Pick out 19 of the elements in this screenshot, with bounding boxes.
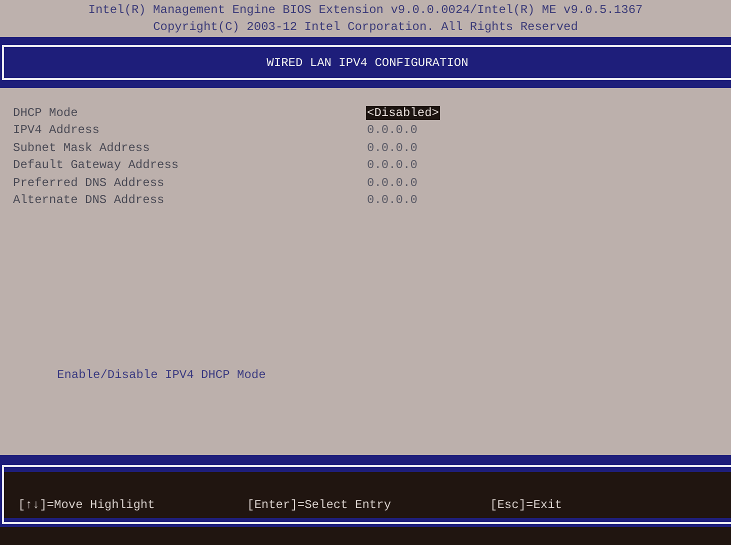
header-text: Intel(R) Management Engine BIOS Extension v9.0.0.0024/Intel(R) ME v9.0.5.1367	[88, 2, 643, 18]
setting-label: Alternate DNS Address	[13, 193, 166, 208]
page-title: WIRED LAN IPV4 CONFIGURATION	[2, 45, 731, 80]
setting-label: Subnet Mask Address	[13, 140, 151, 155]
setting-value[interactable]: 0.0.0.0	[366, 176, 418, 190]
setting-label: Default Gateway Address	[13, 158, 180, 172]
key-hint: [Enter]=Select Entry	[247, 498, 392, 512]
setting-value[interactable]: 0.0.0.0	[366, 193, 418, 208]
key-hint: [↑↓]=Move Highlight	[18, 498, 156, 512]
setting-value[interactable]: 0.0.0.0	[366, 123, 418, 138]
setting-label: Preferred DNS Address	[13, 176, 166, 190]
setting-value[interactable]: 0.0.0.0	[366, 158, 418, 172]
help-text: Enable/Disable IPV4 DHCP Mode	[57, 368, 266, 382]
setting-label: IPV4 Address	[13, 123, 100, 138]
setting-value[interactable]: 0.0.0.0	[366, 140, 418, 155]
header-text: Copyright(C) 2003-12 Intel Corporation. All Rights Reserved	[153, 18, 578, 36]
setting-label: DHCP Mode	[13, 106, 79, 120]
key-hint: [Esc]=Exit	[490, 498, 562, 512]
setting-value[interactable]: <Disabled>	[366, 106, 440, 120]
